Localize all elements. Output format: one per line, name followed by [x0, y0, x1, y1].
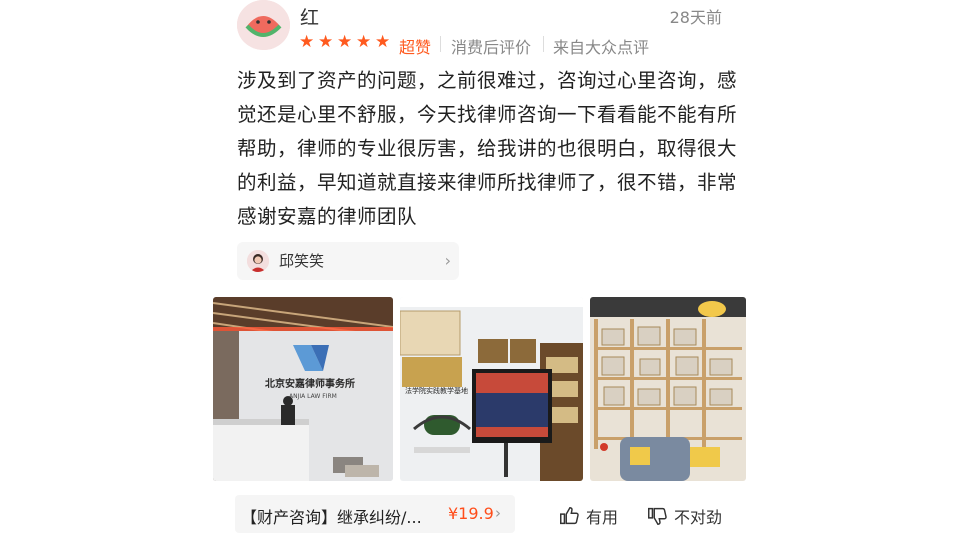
office-lobby-image: 北京安嘉律师事务所 ANJIA LAW FIRM	[213, 297, 393, 481]
username[interactable]: 红	[300, 3, 319, 30]
review-source: 来自大众点评	[553, 38, 650, 57]
chevron-right-icon: ›	[495, 504, 501, 522]
chevron-right-icon: ›	[444, 251, 451, 270]
product-title: 【财产咨询】继承纠纷/...	[241, 508, 422, 527]
review-type: 消费后评价	[451, 38, 532, 57]
watermelon-avatar-icon	[237, 0, 290, 50]
useful-label: 有用	[586, 508, 619, 527]
lawyer-card[interactable]: 邱笑笑 ›	[237, 242, 459, 280]
sign-text: 北京安嘉律师事务所	[265, 377, 355, 390]
not-right-button[interactable]: 不对劲	[646, 504, 722, 528]
review-photo[interactable]: 北京安嘉律师事务所 ANJIA LAW FIRM	[213, 297, 393, 481]
plaque-text: 法学院实践教学基地	[405, 386, 468, 395]
sign-subtext: ANJIA LAW FIRM	[289, 393, 337, 400]
lawyer-avatar	[247, 250, 269, 272]
product-link[interactable]: 【财产咨询】继承纠纷/... ¥19.9 ›	[235, 495, 515, 533]
product-price: ¥19.9	[448, 504, 494, 523]
star-icon: ★	[356, 32, 372, 52]
review-photo[interactable]	[590, 297, 746, 481]
office-tv-image: 法学院实践教学基地	[400, 297, 583, 481]
bookshelf-lounge-image	[590, 297, 746, 481]
rating-label: 超赞	[399, 38, 432, 57]
rating-stars: ★ ★ ★ ★ ★	[299, 34, 392, 51]
star-icon: ★	[375, 32, 391, 52]
useful-button[interactable]: 有用	[558, 504, 618, 528]
lawyer-name: 邱笑笑	[279, 252, 325, 270]
divider	[543, 36, 544, 52]
star-icon: ★	[337, 32, 353, 52]
thumb-down-icon	[648, 507, 667, 525]
review-text: 涉及到了资产的问题，之前很难过，咨询过心里咨询，感觉还是心里不舒服，今天找律师咨…	[237, 69, 738, 228]
review-time: 28天前	[669, 8, 722, 27]
divider	[440, 36, 441, 52]
review-photo[interactable]: 法学院实践教学基地	[400, 297, 583, 481]
thumb-up-icon	[560, 507, 579, 525]
not-right-label: 不对劲	[674, 508, 723, 527]
star-icon: ★	[318, 32, 334, 52]
star-icon: ★	[299, 32, 315, 52]
avatar[interactable]	[237, 0, 290, 50]
